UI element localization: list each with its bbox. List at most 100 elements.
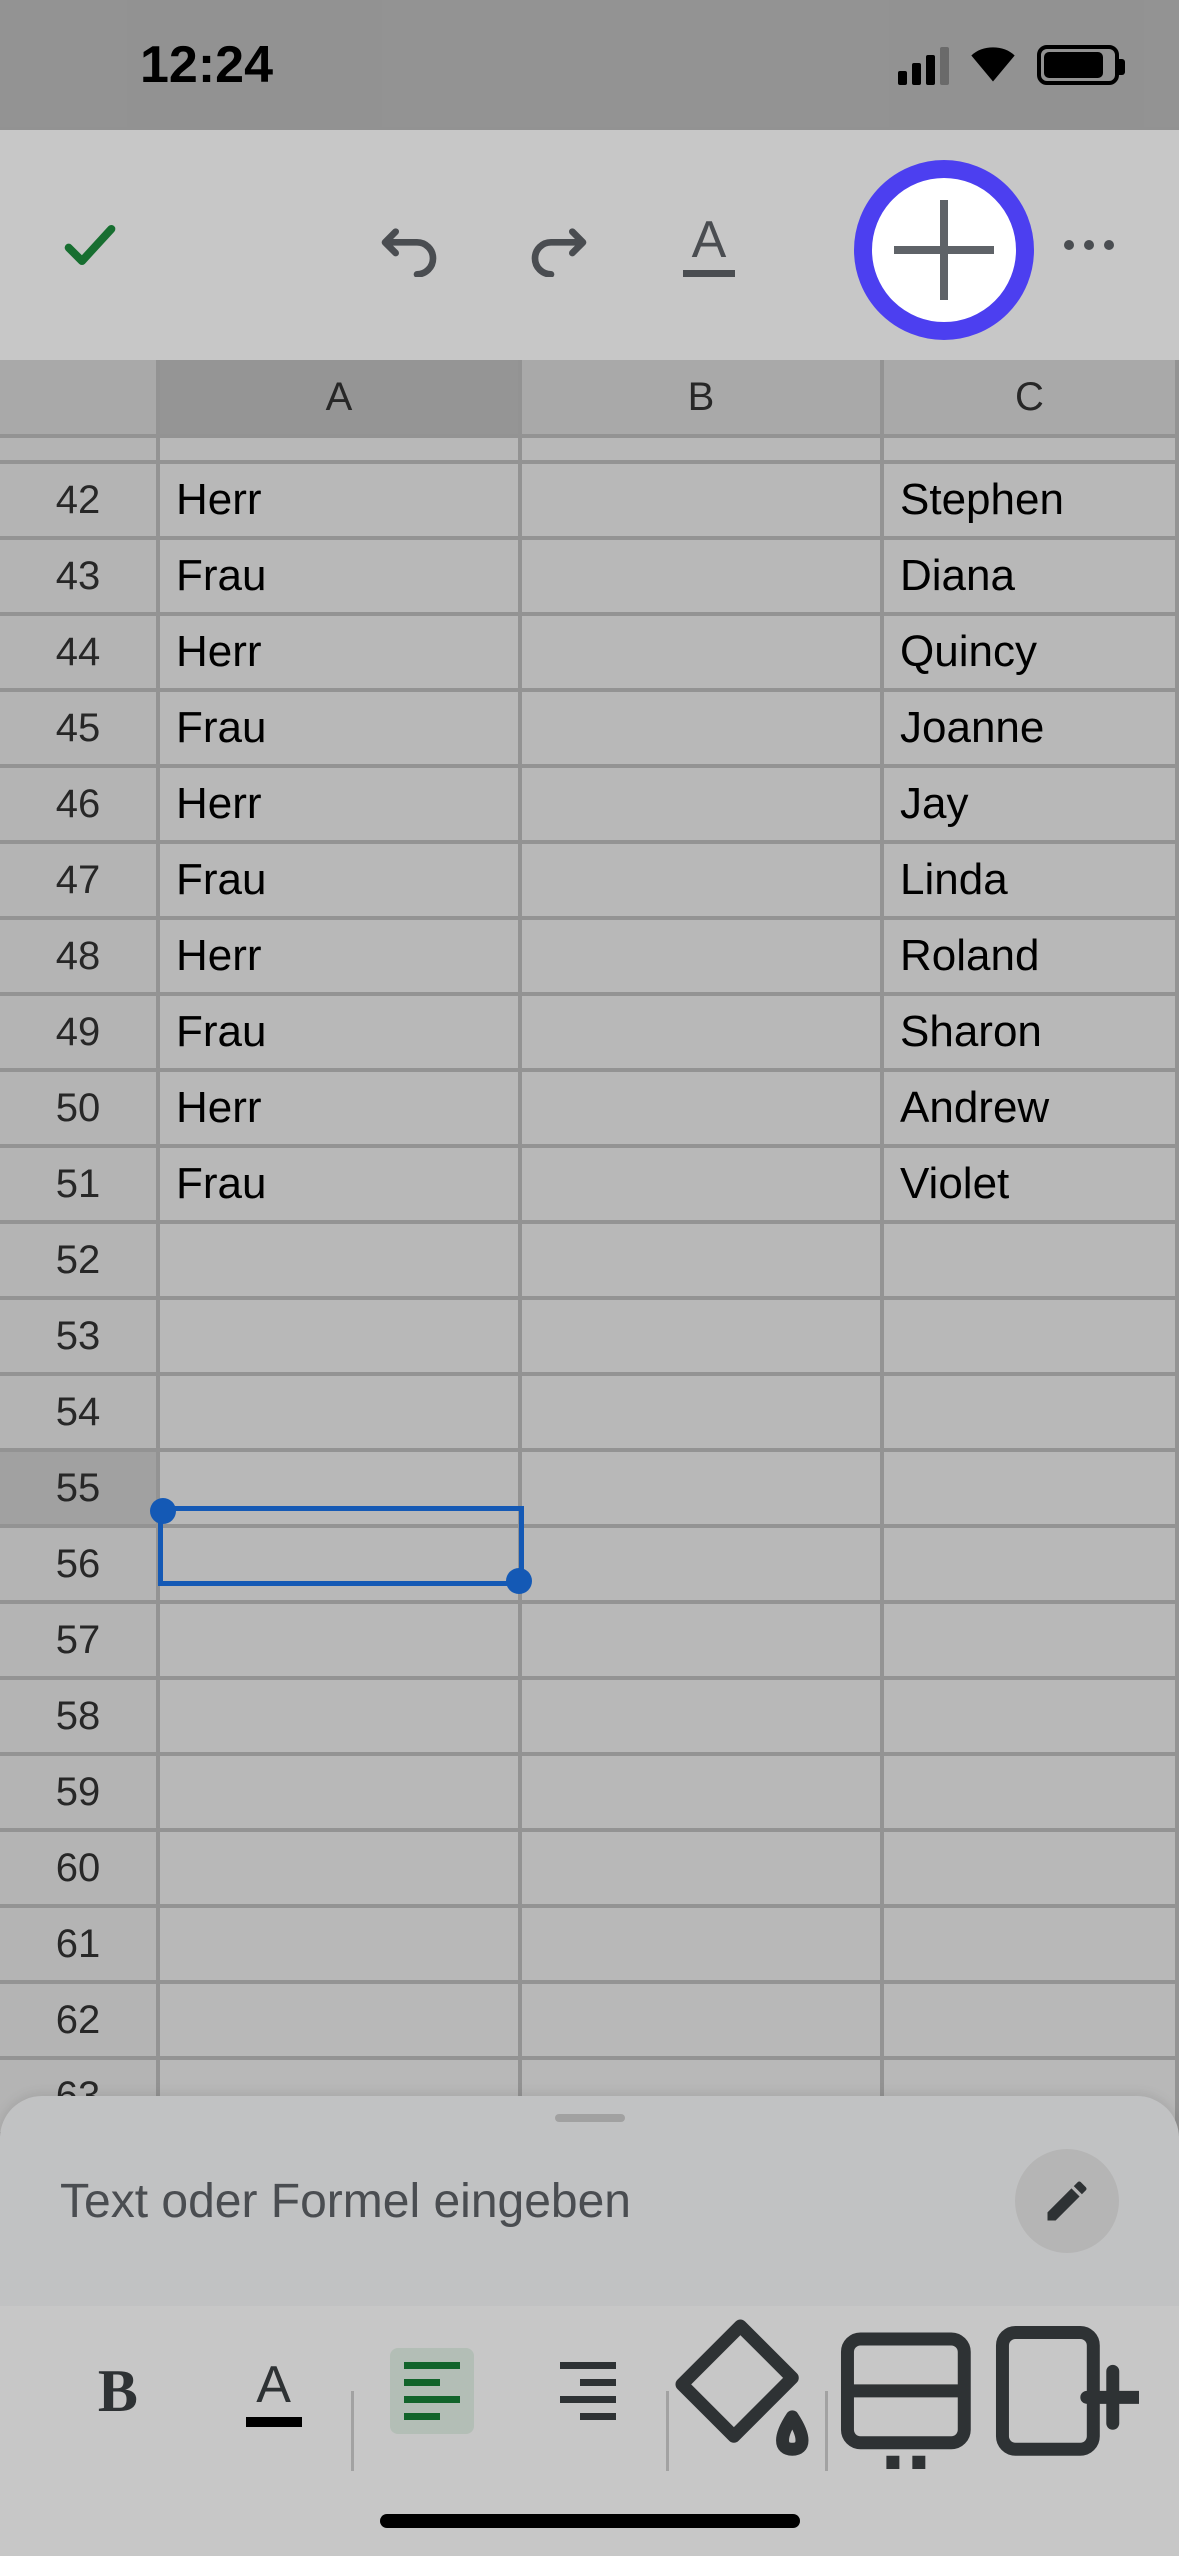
cell[interactable]: Roland bbox=[884, 920, 1179, 992]
cell[interactable] bbox=[522, 920, 884, 992]
row-header[interactable]: 57 bbox=[0, 1604, 160, 1676]
cell[interactable]: Stephen bbox=[884, 464, 1179, 536]
cell[interactable] bbox=[160, 1984, 522, 2056]
cell[interactable] bbox=[884, 1756, 1179, 1828]
cell[interactable] bbox=[160, 1908, 522, 1980]
cell[interactable] bbox=[522, 1376, 884, 1448]
redo-button[interactable] bbox=[519, 205, 599, 285]
cell[interactable]: Linda bbox=[884, 844, 1179, 916]
row-header[interactable]: 59 bbox=[0, 1756, 160, 1828]
text-format-button[interactable]: A bbox=[669, 205, 749, 285]
row-header[interactable]: 46 bbox=[0, 768, 160, 840]
cell[interactable] bbox=[160, 1604, 522, 1676]
cell[interactable]: Herr bbox=[160, 768, 522, 840]
cell[interactable]: Frau bbox=[160, 844, 522, 916]
cell[interactable] bbox=[160, 1528, 522, 1600]
cell[interactable] bbox=[522, 1224, 884, 1296]
cell[interactable]: Herr bbox=[160, 1072, 522, 1144]
cell[interactable] bbox=[160, 1452, 522, 1524]
row-header[interactable]: 61 bbox=[0, 1908, 160, 1980]
row-header[interactable]: 49 bbox=[0, 996, 160, 1068]
cell[interactable] bbox=[160, 1680, 522, 1752]
cell[interactable] bbox=[884, 1680, 1179, 1752]
cell[interactable] bbox=[884, 1528, 1179, 1600]
fill-color-button[interactable] bbox=[669, 2336, 825, 2446]
cell[interactable] bbox=[884, 1452, 1179, 1524]
cell[interactable] bbox=[884, 1604, 1179, 1676]
row-header[interactable]: 48 bbox=[0, 920, 160, 992]
row-header[interactable]: 44 bbox=[0, 616, 160, 688]
cell[interactable] bbox=[884, 1300, 1179, 1372]
cell[interactable]: Frau bbox=[160, 996, 522, 1068]
panel-grabber[interactable] bbox=[555, 2114, 625, 2122]
cell[interactable] bbox=[884, 1984, 1179, 2056]
confirm-button[interactable] bbox=[50, 205, 130, 285]
row-header[interactable]: 56 bbox=[0, 1528, 160, 1600]
cell[interactable] bbox=[522, 1300, 884, 1372]
column-header-c[interactable]: C bbox=[884, 360, 1179, 434]
cell[interactable] bbox=[522, 464, 884, 536]
row-header[interactable]: 50 bbox=[0, 1072, 160, 1144]
cell[interactable] bbox=[522, 844, 884, 916]
row-header[interactable]: 60 bbox=[0, 1832, 160, 1904]
cell[interactable] bbox=[884, 1224, 1179, 1296]
row-header[interactable]: 47 bbox=[0, 844, 160, 916]
cell[interactable]: Violet bbox=[884, 1148, 1179, 1220]
cell[interactable]: Frau bbox=[160, 1148, 522, 1220]
cell[interactable]: Andrew bbox=[884, 1072, 1179, 1144]
cell[interactable] bbox=[522, 1148, 884, 1220]
cell[interactable]: Joanne bbox=[884, 692, 1179, 764]
cell[interactable]: Herr bbox=[160, 920, 522, 992]
cell[interactable] bbox=[160, 1832, 522, 1904]
more-options-button[interactable] bbox=[1049, 205, 1129, 285]
insert-button[interactable] bbox=[854, 160, 1034, 340]
row-header[interactable]: 51 bbox=[0, 1148, 160, 1220]
bold-button[interactable]: B bbox=[40, 2336, 196, 2446]
formula-input[interactable]: Text oder Formel eingeben bbox=[60, 2174, 985, 2229]
merge-cells-button[interactable] bbox=[828, 2336, 984, 2446]
cell[interactable] bbox=[522, 1604, 884, 1676]
row-header[interactable]: 45 bbox=[0, 692, 160, 764]
undo-button[interactable] bbox=[369, 205, 449, 285]
cell[interactable] bbox=[522, 1680, 884, 1752]
column-header-b[interactable]: B bbox=[522, 360, 884, 434]
cell[interactable] bbox=[522, 1072, 884, 1144]
cell[interactable] bbox=[522, 540, 884, 612]
select-all-corner[interactable] bbox=[0, 360, 160, 434]
home-indicator[interactable] bbox=[380, 2514, 800, 2528]
align-right-button[interactable] bbox=[510, 2336, 666, 2446]
edit-cell-button[interactable] bbox=[1015, 2149, 1119, 2253]
cell[interactable] bbox=[522, 1756, 884, 1828]
row-header[interactable]: 62 bbox=[0, 1984, 160, 2056]
row-header[interactable]: 54 bbox=[0, 1376, 160, 1448]
cell[interactable]: Frau bbox=[160, 540, 522, 612]
cell[interactable] bbox=[160, 1376, 522, 1448]
cell[interactable]: Herr bbox=[160, 616, 522, 688]
cell[interactable] bbox=[522, 616, 884, 688]
row-header[interactable]: 53 bbox=[0, 1300, 160, 1372]
cell[interactable] bbox=[522, 996, 884, 1068]
row-header[interactable]: 42 bbox=[0, 464, 160, 536]
cell[interactable] bbox=[884, 1832, 1179, 1904]
cell[interactable] bbox=[522, 1528, 884, 1600]
row-header[interactable]: 55 bbox=[0, 1452, 160, 1524]
cell[interactable] bbox=[522, 1832, 884, 1904]
cell[interactable]: Quincy bbox=[884, 616, 1179, 688]
cell[interactable] bbox=[522, 1984, 884, 2056]
cell[interactable] bbox=[522, 1908, 884, 1980]
cell[interactable] bbox=[522, 1452, 884, 1524]
cell[interactable]: Jay bbox=[884, 768, 1179, 840]
row-header[interactable]: 43 bbox=[0, 540, 160, 612]
insert-cells-button[interactable] bbox=[983, 2336, 1139, 2446]
align-left-button[interactable] bbox=[354, 2336, 510, 2446]
cell[interactable]: Sharon bbox=[884, 996, 1179, 1068]
row-header[interactable]: 52 bbox=[0, 1224, 160, 1296]
cell[interactable] bbox=[160, 1756, 522, 1828]
cell[interactable]: Diana bbox=[884, 540, 1179, 612]
cell[interactable] bbox=[522, 692, 884, 764]
text-color-button[interactable]: A bbox=[196, 2336, 352, 2446]
cell[interactable] bbox=[160, 1224, 522, 1296]
column-header-a[interactable]: A bbox=[160, 360, 522, 434]
cell[interactable] bbox=[160, 1300, 522, 1372]
cell[interactable]: Herr bbox=[160, 464, 522, 536]
